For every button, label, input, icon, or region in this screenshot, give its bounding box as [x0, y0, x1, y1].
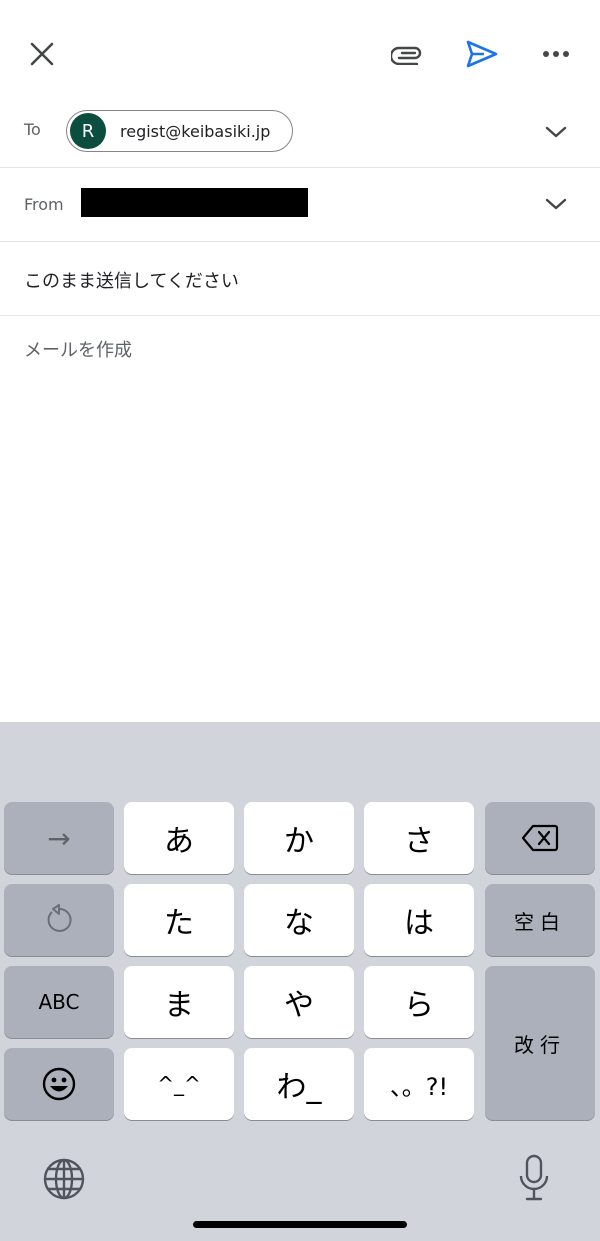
avatar: R [70, 113, 106, 149]
send-icon [466, 40, 498, 68]
key-ma[interactable]: ま [124, 966, 234, 1038]
chevron-down-icon [545, 126, 567, 138]
keyboard-switch-button[interactable] [40, 1155, 88, 1203]
to-row: To R regist@keibasiki.jp [0, 96, 600, 168]
key-return[interactable]: 改行 [485, 966, 595, 1120]
key-space[interactable]: 空白 [485, 884, 595, 956]
from-account-redacted[interactable] [81, 188, 308, 217]
key-na[interactable]: な [244, 884, 354, 956]
chevron-down-icon [545, 198, 567, 210]
key-arrow-right[interactable]: → [4, 802, 114, 874]
compose-toolbar [0, 0, 600, 100]
from-row: From [0, 168, 600, 242]
undo-icon [47, 904, 72, 932]
more-options-button[interactable] [532, 30, 580, 78]
to-label: To [24, 120, 41, 139]
attach-button[interactable] [384, 30, 432, 78]
microphone-icon [519, 1154, 549, 1201]
key-undo[interactable] [4, 884, 114, 956]
key-ka[interactable]: か [244, 802, 354, 874]
globe-icon [43, 1158, 85, 1200]
key-ra[interactable]: ら [364, 966, 474, 1038]
key-sa[interactable]: さ [364, 802, 474, 874]
key-abc[interactable]: ABC [4, 966, 114, 1038]
key-emoji[interactable] [4, 1048, 114, 1120]
emoji-icon [42, 1067, 76, 1101]
home-indicator[interactable] [193, 1221, 407, 1228]
dictation-button[interactable] [512, 1152, 556, 1204]
key-kaomoji[interactable]: ^_^ [124, 1048, 234, 1120]
from-label: From [24, 195, 64, 214]
paperclip-icon [391, 46, 422, 65]
japanese-keyboard: → あ か さ た な は 空白 ABC ま や ら 改行 ^_^ わ_ 、。?… [0, 722, 600, 1241]
close-icon [30, 42, 54, 66]
key-backspace[interactable] [485, 802, 595, 874]
subject-value: このまま送信してください [24, 271, 239, 292]
subject-field[interactable]: このまま送信してください [0, 242, 600, 316]
backspace-icon [521, 824, 559, 852]
compose-body-input[interactable]: メールを作成 [24, 336, 132, 362]
from-expand-button[interactable] [540, 188, 572, 220]
send-button[interactable] [458, 30, 506, 78]
key-wa[interactable]: わ_ [244, 1048, 354, 1120]
key-a[interactable]: あ [124, 802, 234, 874]
close-button[interactable] [18, 30, 66, 78]
key-punctuation[interactable]: 、。?! [364, 1048, 474, 1120]
to-expand-button[interactable] [540, 116, 572, 148]
more-horiz-icon [543, 51, 569, 57]
key-ha[interactable]: は [364, 884, 474, 956]
recipient-email: regist@keibasiki.jp [120, 121, 271, 141]
arrow-right-icon: → [47, 821, 71, 855]
key-ya[interactable]: や [244, 966, 354, 1038]
key-ta[interactable]: た [124, 884, 234, 956]
recipient-chip[interactable]: R regist@keibasiki.jp [66, 110, 293, 152]
